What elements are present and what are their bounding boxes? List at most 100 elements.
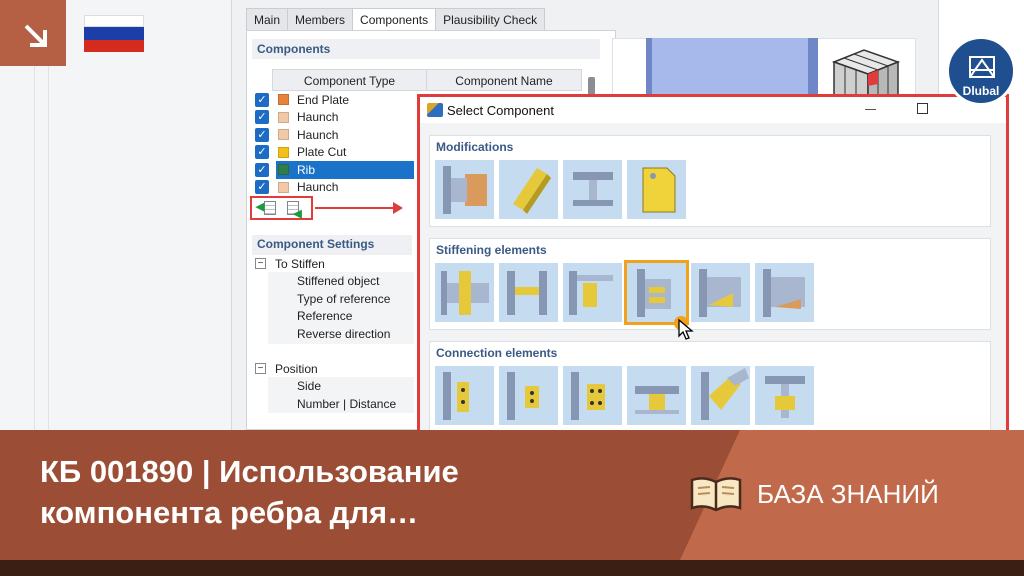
dialog-titlebar: Select Component [420, 97, 1006, 123]
tab-components[interactable]: Components [352, 8, 437, 30]
settings-tree-position: − Position Side Number | Distance [252, 360, 414, 413]
annotation-arrowhead [393, 202, 403, 214]
minimize-icon[interactable] [865, 109, 876, 110]
tile-row [435, 260, 819, 325]
gutter-divider [48, 66, 49, 430]
row-checkbox[interactable]: ✓ [255, 145, 269, 160]
group-title: Connection elements [436, 346, 558, 360]
arrow-left-icon: ◀ [293, 208, 302, 220]
component-settings-title: Component Settings [257, 237, 375, 251]
components-grid-header: Component Type Component Name [272, 69, 582, 91]
row-checkbox[interactable]: ✓ [255, 162, 269, 177]
component-tile[interactable] [563, 160, 622, 219]
component-row[interactable]: ✓ Haunch [252, 126, 414, 144]
row-checkbox[interactable]: ✓ [255, 110, 269, 125]
component-row[interactable]: ✓ Haunch [252, 109, 414, 127]
component-thumbnail-icon [573, 172, 613, 206]
view-cube-icon[interactable] [826, 48, 902, 96]
tree-node-to-stiffen[interactable]: − To Stiffen [252, 255, 414, 273]
open-book-icon [690, 477, 742, 512]
component-row[interactable]: ✓ End Plate [252, 91, 414, 109]
bridge-logo-icon [969, 56, 995, 78]
component-tile[interactable] [755, 263, 814, 322]
component-thumbnail-icon [441, 271, 489, 315]
tab-members[interactable]: Members [287, 8, 354, 30]
tree-item-number-distance[interactable]: Number | Distance [252, 395, 414, 413]
component-tile[interactable] [755, 366, 814, 425]
component-tile[interactable] [624, 260, 689, 325]
mouse-cursor-icon [678, 318, 694, 340]
component-tile[interactable] [435, 366, 494, 425]
tree-item-side[interactable]: Side [252, 378, 414, 396]
row-checkbox[interactable]: ✓ [255, 127, 269, 142]
tree-node-position[interactable]: − Position [252, 360, 414, 378]
component-thumbnail-icon [507, 271, 547, 315]
component-thumbnail-icon [635, 386, 679, 414]
maximize-icon[interactable] [917, 103, 928, 114]
component-tile[interactable] [499, 160, 558, 219]
corner-badge [0, 0, 66, 66]
grid-scrollbar[interactable] [588, 77, 595, 95]
component-type-label: Haunch [297, 180, 339, 195]
components-title: Components [257, 42, 331, 56]
tile-row [435, 160, 691, 219]
group-modifications: Modifications [429, 135, 991, 227]
tab-plausibility-check[interactable]: Plausibility Check [435, 8, 546, 30]
insert-row-before-button[interactable]: ◀ [256, 199, 278, 217]
footer-strip [0, 560, 1024, 576]
component-type-label: Haunch [297, 110, 339, 125]
component-type-label: Rib [297, 162, 316, 177]
row-buttons: ◀ ◀ [250, 196, 313, 220]
logo-text: Dlubal [962, 84, 1000, 98]
color-swatch [278, 129, 289, 141]
component-tile[interactable] [435, 263, 494, 322]
tree-node-label: To Stiffen [275, 256, 325, 271]
select-component-dialog: Select Component Modifications Stiffenin… [417, 94, 1009, 434]
tree-node-label: Position [275, 361, 318, 376]
component-tile[interactable] [627, 160, 686, 219]
tab-main[interactable]: Main [246, 8, 289, 30]
tree-item-reference[interactable]: Reference [252, 308, 414, 326]
component-tile[interactable] [499, 366, 558, 425]
component-tile[interactable] [563, 366, 622, 425]
gutter-divider [34, 66, 35, 430]
component-thumbnail-icon [699, 269, 741, 317]
tree-item-reverse-direction[interactable]: Reverse direction [252, 325, 414, 343]
row-checkbox[interactable]: ✓ [255, 92, 269, 107]
dialog-title: Select Component [447, 103, 554, 118]
component-tile[interactable] [435, 160, 494, 219]
component-type-label: End Plate [297, 92, 350, 107]
collapse-icon[interactable]: − [255, 363, 266, 375]
tree-item-type-of-reference[interactable]: Type of reference [252, 290, 414, 308]
column-component-name[interactable]: Component Name [427, 70, 581, 90]
component-row[interactable]: ✓ Haunch [252, 179, 414, 197]
russian-flag-icon[interactable] [84, 15, 144, 52]
component-tile[interactable] [691, 366, 750, 425]
row-checkbox[interactable]: ✓ [255, 180, 269, 195]
component-thumbnail-icon [637, 269, 671, 317]
article-title: КБ 001890 | Использование компонента реб… [40, 454, 459, 530]
component-row[interactable]: ✓ Plate Cut [252, 144, 414, 162]
color-swatch [278, 94, 289, 106]
component-tile[interactable] [563, 263, 622, 322]
component-thumbnail-icon [571, 372, 605, 420]
component-thumbnail-icon [443, 166, 487, 214]
component-tile[interactable] [627, 366, 686, 425]
color-swatch [278, 181, 289, 193]
component-thumbnail-icon [701, 368, 749, 420]
collapse-icon[interactable]: − [255, 258, 266, 270]
insert-row-after-button[interactable]: ◀ [285, 199, 307, 220]
tree-item-stiffened-object[interactable]: Stiffened object [252, 273, 414, 291]
component-list: ✓ End Plate ✓ Haunch ✓ Haunch ✓ Plate Cut ✓ Rib ✓ H… [252, 91, 414, 196]
component-tile[interactable] [691, 263, 750, 322]
component-row[interactable]: ✓ Rib [252, 161, 414, 179]
component-type-label: Haunch [297, 127, 339, 142]
tile-row [435, 366, 819, 425]
component-thumbnail-icon [763, 269, 805, 317]
component-thumbnail-icon [443, 372, 469, 420]
component-tile[interactable] [499, 263, 558, 322]
knowledge-base-label: БАЗА ЗНАНИЙ [757, 479, 939, 509]
settings-tree-stiffen: − To Stiffen Stiffened object Type of re… [252, 255, 414, 343]
arrow-down-right-icon [24, 24, 47, 47]
column-component-type[interactable]: Component Type [273, 70, 427, 90]
